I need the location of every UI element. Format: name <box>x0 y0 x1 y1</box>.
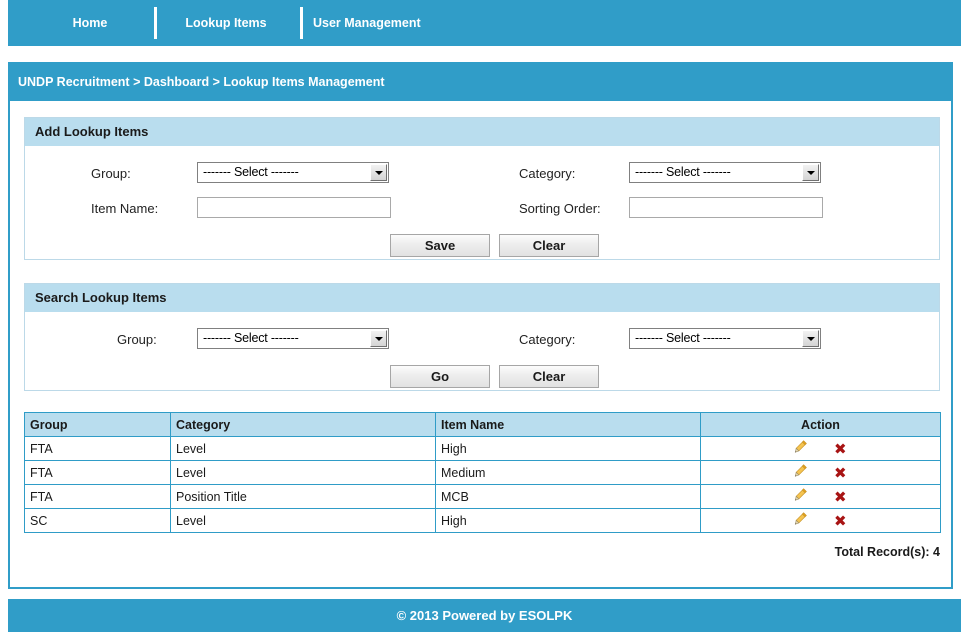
table-row: FTA Level High ✖ <box>24 436 941 461</box>
cell-group: FTA <box>24 460 171 485</box>
cell-action: ✖ <box>700 484 941 509</box>
add-group-select-value: ------- Select ------- <box>203 165 299 179</box>
page-container: UNDP Recruitment > Dashboard > Lookup It… <box>8 62 953 589</box>
nav-item-lookup-items[interactable]: Lookup Items <box>176 0 276 46</box>
nav-separator-1 <box>154 7 157 39</box>
cell-category: Level <box>170 508 436 533</box>
cell-category: Level <box>170 460 436 485</box>
add-item-name-input[interactable] <box>197 197 391 218</box>
search-group-select[interactable]: ------- Select ------- <box>197 328 389 349</box>
cross-icon[interactable]: ✖ <box>834 441 847 456</box>
nav-item-user-management[interactable]: User Management <box>313 0 421 46</box>
cell-item-name: Medium <box>435 460 701 485</box>
add-group-label: Group: <box>91 166 131 181</box>
search-group-select-value: ------- Select ------- <box>203 331 299 345</box>
cell-action: ✖ <box>700 460 941 485</box>
chevron-down-icon <box>370 330 387 347</box>
save-button[interactable]: Save <box>390 234 490 257</box>
search-panel-body: Group: ------- Select ------- Category: … <box>25 312 939 390</box>
cell-item-name: High <box>435 436 701 461</box>
add-item-name-label: Item Name: <box>91 201 159 216</box>
cross-icon[interactable]: ✖ <box>834 513 847 528</box>
add-clear-button[interactable]: Clear <box>499 234 599 257</box>
nav-item-lookup-items-label: Lookup Items <box>185 16 267 30</box>
breadcrumb-bar: UNDP Recruitment > Dashboard > Lookup It… <box>10 64 951 101</box>
add-sorting-order-input[interactable] <box>629 197 823 218</box>
chevron-down-icon <box>370 164 387 181</box>
lookup-items-table: Group Category Item Name Action FTA Leve… <box>24 412 941 533</box>
nav-separator-2 <box>300 7 303 39</box>
cell-item-name: High <box>435 508 701 533</box>
table-header-category: Category <box>170 412 436 437</box>
add-panel-title: Add Lookup Items <box>35 124 149 139</box>
cross-icon[interactable]: ✖ <box>834 465 847 480</box>
add-category-label: Category: <box>519 166 576 181</box>
add-lookup-items-panel: Add Lookup Items Group: ------- Select -… <box>24 117 940 260</box>
search-clear-button[interactable]: Clear <box>499 365 599 388</box>
cell-group: FTA <box>24 484 171 509</box>
search-lookup-items-panel: Search Lookup Items Group: ------- Selec… <box>24 283 940 391</box>
nav-item-home-label: Home <box>72 16 108 30</box>
pencil-icon[interactable] <box>794 512 808 529</box>
cross-icon[interactable]: ✖ <box>834 489 847 504</box>
table-header-group: Group <box>24 412 171 437</box>
table-row: FTA Position Title MCB ✖ <box>24 484 941 509</box>
page-footer: © 2013 Powered by ESOLPK <box>8 599 961 632</box>
footer-copyright: © 2013 Powered by ESOLPK <box>396 608 573 623</box>
cell-category: Position Title <box>170 484 436 509</box>
search-category-select-value: ------- Select ------- <box>635 331 731 345</box>
search-panel-title: Search Lookup Items <box>35 290 167 305</box>
nav-item-home[interactable]: Home <box>60 0 120 46</box>
pencil-icon[interactable] <box>794 440 808 457</box>
add-category-select[interactable]: ------- Select ------- <box>629 162 821 183</box>
nav-item-user-management-label: User Management <box>313 16 421 30</box>
table-body: FTA Level High ✖ FTA Level Medium ✖ FTA … <box>24 436 941 533</box>
table-row: SC Level High ✖ <box>24 508 941 533</box>
search-panel-header: Search Lookup Items <box>25 284 939 312</box>
cell-action: ✖ <box>700 508 941 533</box>
go-button[interactable]: Go <box>390 365 490 388</box>
table-header-item-name: Item Name <box>435 412 701 437</box>
cell-action: ✖ <box>700 436 941 461</box>
chevron-down-icon <box>802 330 819 347</box>
pencil-icon[interactable] <box>794 464 808 481</box>
table-row: FTA Level Medium ✖ <box>24 460 941 485</box>
add-group-select[interactable]: ------- Select ------- <box>197 162 389 183</box>
pencil-icon[interactable] <box>794 488 808 505</box>
cell-group: SC <box>24 508 171 533</box>
table-header-row: Group Category Item Name Action <box>24 412 941 437</box>
cell-group: FTA <box>24 436 171 461</box>
breadcrumb: UNDP Recruitment > Dashboard > Lookup It… <box>18 75 385 89</box>
search-category-label: Category: <box>519 332 576 347</box>
cell-item-name: MCB <box>435 484 701 509</box>
add-category-select-value: ------- Select ------- <box>635 165 731 179</box>
search-category-select[interactable]: ------- Select ------- <box>629 328 821 349</box>
chevron-down-icon <box>802 164 819 181</box>
add-sorting-order-label: Sorting Order: <box>519 201 601 216</box>
search-group-label: Group: <box>117 332 157 347</box>
add-panel-body: Group: ------- Select ------- Category: … <box>25 146 939 259</box>
total-records-label: Total Record(s): 4 <box>834 545 940 559</box>
cell-category: Level <box>170 436 436 461</box>
table-header-action: Action <box>700 412 941 437</box>
add-panel-header: Add Lookup Items <box>25 118 939 146</box>
main-navigation: Home Lookup Items User Management <box>8 0 961 46</box>
